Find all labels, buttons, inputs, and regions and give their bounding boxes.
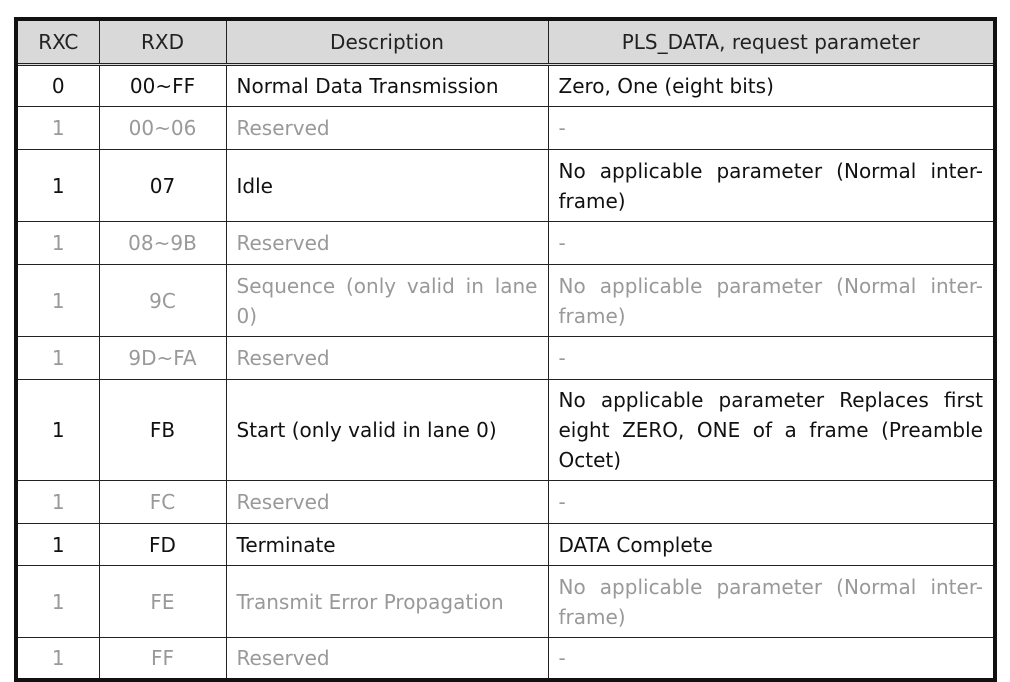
table-row: 1 9D~FA Reserved - (15, 336, 996, 380)
table-row: 1 00~06 Reserved - (15, 106, 996, 150)
rx-code-table: RXC RXD Description PLS_DATA, request pa… (14, 17, 997, 682)
cell-description: Transmit Error Propagation (225, 565, 549, 638)
table-row: 1 FB Start (only valid in lane 0) No applic… (15, 379, 996, 481)
cell-description: Reserved (225, 106, 549, 150)
header-param: PLS_DATA, request parameter (547, 18, 996, 66)
cell-rxc: 1 (15, 149, 100, 222)
header-description: Description (225, 18, 549, 66)
header-rxc: RXC (15, 18, 100, 66)
cell-description: Reserved (225, 480, 549, 524)
table-row: 1 9C Sequence (only valid in lane 0) No app… (15, 264, 996, 337)
table-row: 1 08~9B Reserved - (15, 221, 996, 265)
cell-description: Start (only valid in lane 0) (225, 379, 549, 481)
cell-param: No applicable parameter (Normal inter-fr… (547, 264, 996, 337)
table-row: 1 07 Idle No applicable parameter (Normal i… (15, 149, 996, 222)
table-row: 1 FF Reserved - (15, 637, 996, 680)
cell-rxc: 1 (15, 379, 100, 481)
cell-rxd: 07 (98, 149, 227, 222)
cell-rxc: 1 (15, 264, 100, 337)
cell-param: - (547, 336, 996, 380)
header-rxd: RXD (98, 18, 227, 66)
cell-param: No applicable parameter (Normal inter-fr… (547, 149, 996, 222)
cell-rxd: 9C (98, 264, 227, 337)
table-row: 1 FC Reserved - (15, 480, 996, 524)
table-body: 0 00~FF Normal Data Transmission Zero, One … (15, 64, 996, 680)
cell-rxd: FF (98, 637, 227, 680)
cell-description: Idle (225, 149, 549, 222)
cell-rxc: 1 (15, 336, 100, 380)
table-row: 1 FE Transmit Error Propagation No applicab… (15, 565, 996, 638)
cell-rxc: 1 (15, 480, 100, 524)
cell-rxd: FE (98, 565, 227, 638)
cell-param: No applicable parameter (Normal inter-fr… (547, 565, 996, 638)
cell-param: - (547, 106, 996, 150)
cell-rxd: 00~FF (98, 64, 227, 107)
cell-rxd: 00~06 (98, 106, 227, 150)
header-row: RXC RXD Description PLS_DATA, request pa… (15, 18, 996, 66)
cell-rxd: FB (98, 379, 227, 481)
cell-param: No applicable parameter Replaces first e… (547, 379, 996, 481)
cell-rxc: 0 (15, 64, 100, 107)
cell-description: Reserved (225, 221, 549, 265)
cell-rxd: 9D~FA (98, 336, 227, 380)
cell-param: Zero, One (eight bits) (547, 64, 996, 107)
cell-description: Normal Data Transmission (225, 64, 549, 107)
cell-rxc: 1 (15, 565, 100, 638)
table-row: 0 00~FF Normal Data Transmission Zero, One … (15, 64, 996, 107)
cell-rxc: 1 (15, 523, 100, 566)
table-row: 1 FD Terminate DATA Complete (15, 523, 996, 566)
cell-description: Reserved (225, 336, 549, 380)
cell-param: - (547, 480, 996, 524)
cell-rxc: 1 (15, 106, 100, 150)
cell-description: Terminate (225, 523, 549, 566)
cell-param: - (547, 637, 996, 680)
cell-description: Sequence (only valid in lane 0) (225, 264, 549, 337)
cell-rxd: FC (98, 480, 227, 524)
cell-param: DATA Complete (547, 523, 996, 566)
cell-rxc: 1 (15, 221, 100, 265)
cell-description: Reserved (225, 637, 549, 680)
cell-rxd: FD (98, 523, 227, 566)
cell-rxc: 1 (15, 637, 100, 680)
cell-rxd: 08~9B (98, 221, 227, 265)
cell-param: - (547, 221, 996, 265)
